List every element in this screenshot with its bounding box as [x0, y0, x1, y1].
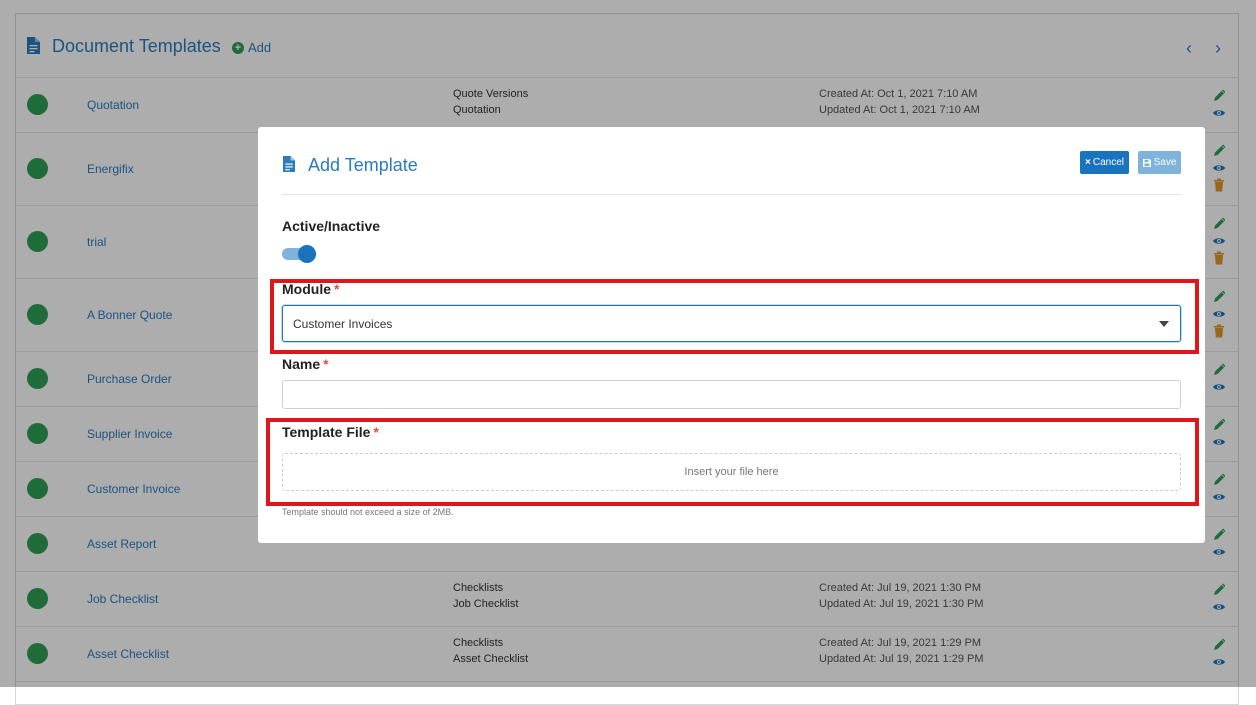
toggle-knob [298, 245, 316, 263]
save-label: Save [1153, 157, 1177, 168]
document-icon [283, 156, 295, 172]
name-label-text: Name [282, 356, 321, 372]
highlight-module-box [270, 279, 1199, 354]
name-input[interactable] [282, 380, 1181, 409]
modal-divider [282, 194, 1181, 195]
close-icon: × [1085, 157, 1091, 168]
modal-title: Add Template [308, 155, 418, 175]
cancel-button[interactable]: × Cancel [1080, 151, 1129, 174]
floppy-disk-icon [1142, 158, 1151, 167]
active-inactive-label: Active/Inactive [282, 218, 381, 234]
cancel-label: Cancel [1092, 157, 1124, 168]
required-mark: * [323, 356, 329, 372]
highlight-template-file-box [266, 418, 1199, 506]
document-templates-page: Document Templates + Add ‹ › Quotation Qu… [0, 0, 1256, 705]
name-label: Name * [282, 356, 329, 372]
active-toggle[interactable] [282, 245, 318, 263]
file-size-hint: Template should not exceed a size of 2MB… [282, 507, 454, 517]
save-button[interactable]: Save [1138, 151, 1181, 174]
